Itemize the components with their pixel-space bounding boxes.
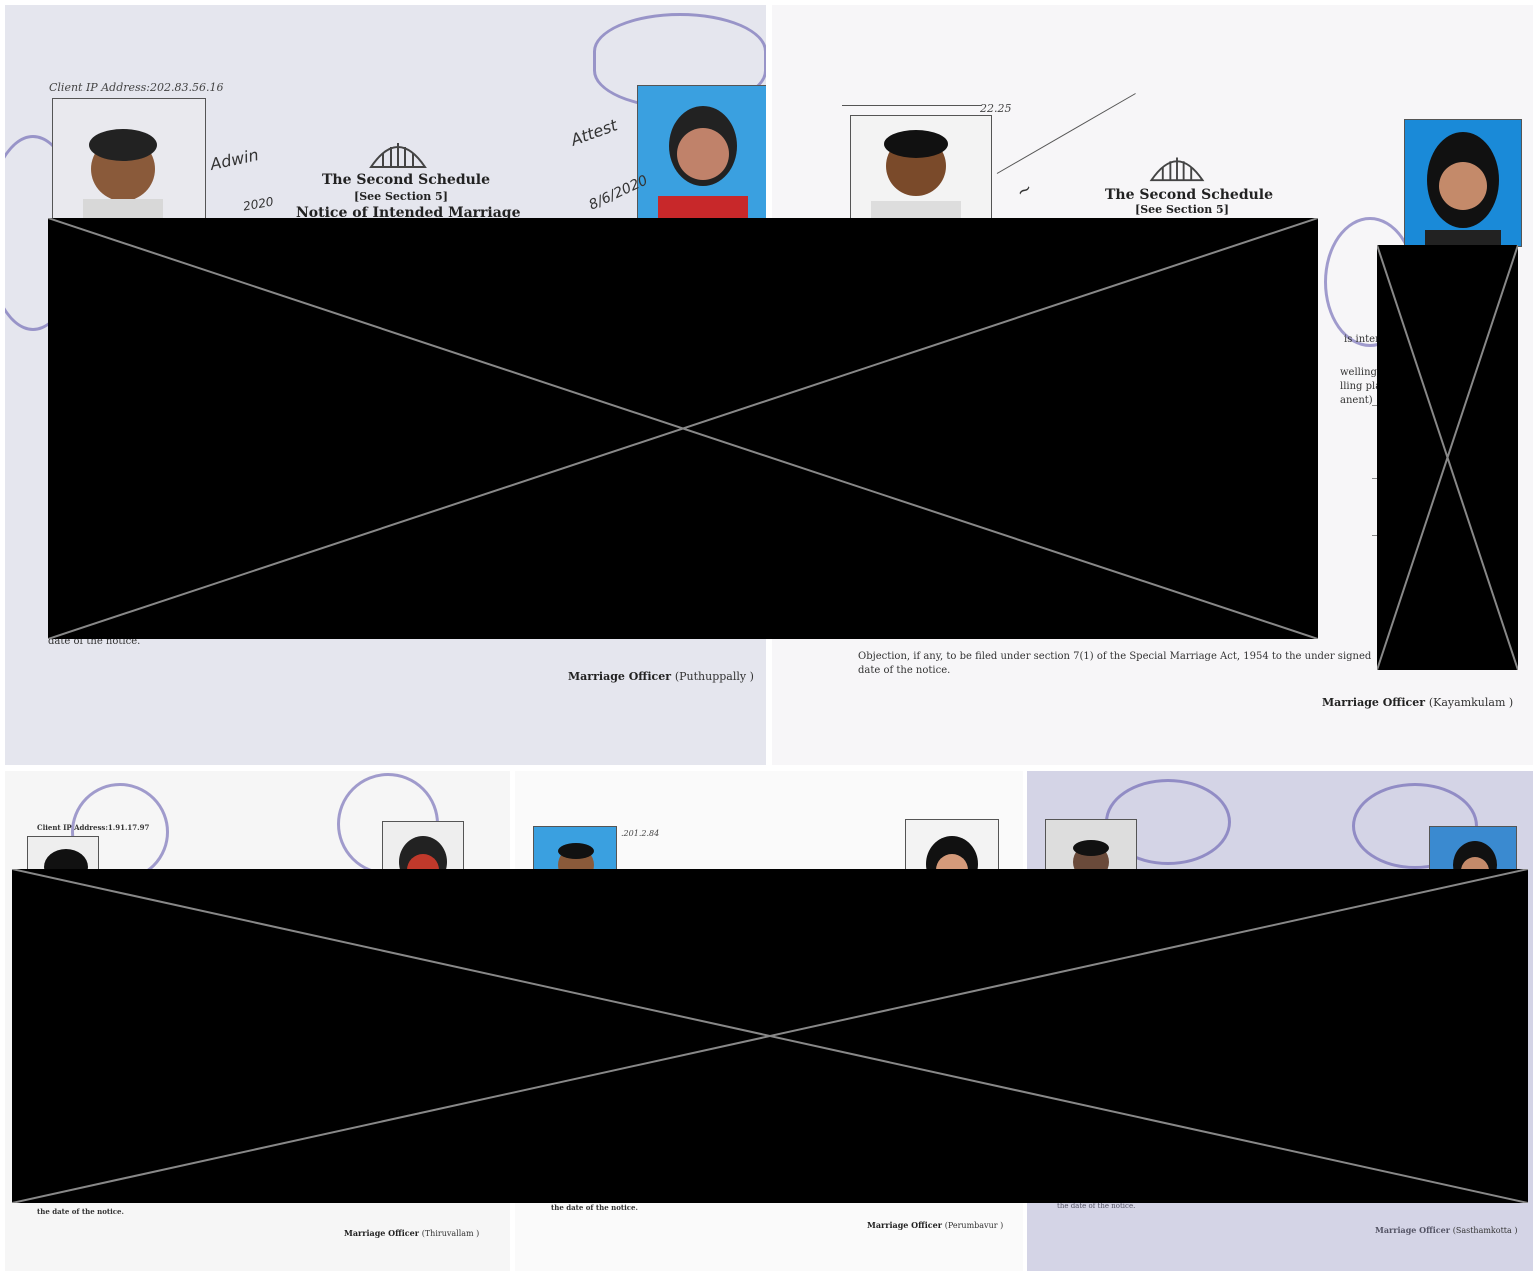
section-reference: [See Section 5] [354, 190, 448, 203]
client-ip: 22.25 [980, 102, 1012, 115]
officer-label: Marriage Officer [1322, 696, 1426, 709]
bride-photo [1404, 119, 1522, 247]
officer-place: (Perumbavur ) [944, 1221, 1004, 1230]
client-ip: .201.2.84 [621, 829, 660, 838]
marriage-officer: Marriage Officer (Sasthamkotta ) [1375, 1225, 1517, 1235]
officer-place: (Kayamkulam ) [1428, 696, 1514, 709]
groom-photo [52, 98, 206, 230]
officer-label: Marriage Officer [344, 1228, 419, 1238]
signature-date: 2020 [242, 194, 275, 214]
text-fragment: anent) [1340, 395, 1373, 406]
marriage-officer: Marriage Officer (Thiruvallam ) [344, 1228, 479, 1238]
attestation: Attest [568, 115, 620, 150]
section-reference: [See Section 5] [1135, 203, 1229, 216]
footer-text: the date of the notice. [1057, 1202, 1136, 1210]
groom-photo [850, 115, 992, 232]
footer-text: the date of the notice. [551, 1203, 638, 1212]
client-ip: Client IP Address:202.83.56.16 [49, 81, 224, 94]
redaction-box [1377, 245, 1518, 670]
officer-label: Marriage Officer [867, 1220, 942, 1230]
redaction-box [48, 218, 1318, 639]
kerala-emblem-icon [367, 133, 429, 171]
officer-label: Marriage Officer [568, 670, 672, 683]
footer-text: the date of the notice. [37, 1207, 124, 1216]
signature-stroke [996, 93, 1136, 174]
schedule-title: The Second Schedule [322, 172, 491, 188]
officer-label: Marriage Officer [1375, 1225, 1450, 1235]
officer-place: (Thiruvallam ) [421, 1229, 480, 1238]
officer-place: (Puthuppally ) [674, 670, 754, 683]
schedule-title: The Second Schedule [1105, 187, 1274, 203]
signature: ~ [1012, 177, 1037, 204]
client-ip: Client IP Address:1.91.17.97 [37, 823, 149, 832]
objection-text-line-2: date of the notice. [858, 665, 951, 676]
signature: Adwin [208, 145, 261, 174]
redaction-box [12, 869, 1528, 1203]
marriage-officer: Marriage Officer (Puthuppally ) [568, 670, 754, 683]
bride-photo [637, 85, 766, 227]
client-ip-label: Client IP Address: [37, 823, 108, 832]
client-ip-value: 1.91.17.97 [107, 823, 150, 832]
kerala-emblem-icon [1147, 148, 1207, 184]
marriage-officer: Marriage Officer (Perumbavur ) [867, 1220, 1003, 1230]
divider [842, 105, 982, 106]
officer-place: (Sasthamkotta ) [1452, 1226, 1518, 1235]
objection-text-line-1: Objection, if any, to be filed under sec… [858, 651, 1372, 662]
marriage-officer: Marriage Officer (Kayamkulam ) [1322, 696, 1513, 709]
